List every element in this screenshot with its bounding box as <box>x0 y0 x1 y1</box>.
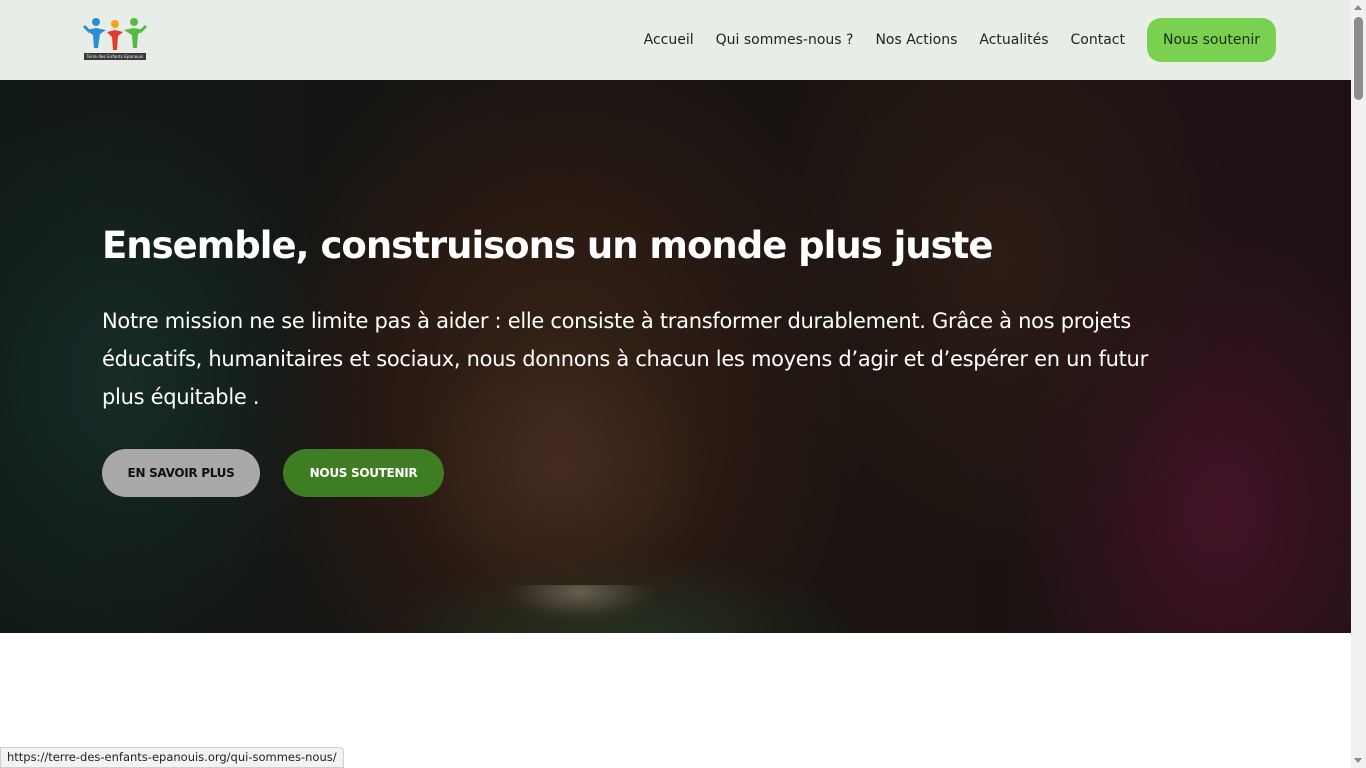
link-status-bar: https://terre-des-enfants-epanouis.org/q… <box>0 747 344 768</box>
en-savoir-plus-button[interactable]: EN SAVOIR PLUS <box>102 449 260 497</box>
nous-soutenir-button[interactable]: NOUS SOUTENIR <box>283 449 444 497</box>
hero-description: Notre mission ne se limite pas à aider :… <box>102 309 1148 409</box>
nav-item-contact[interactable]: Contact <box>1071 32 1125 48</box>
page-scrollbar[interactable] <box>1351 0 1366 768</box>
logo-caption: Terre des Enfants Epanouis <box>84 53 146 60</box>
nous-soutenir-nav-button[interactable]: Nous soutenir <box>1146 18 1276 62</box>
nav-item-nos-actions[interactable]: Nos Actions <box>875 32 957 48</box>
site-logo[interactable]: Terre des Enfants Epanouis <box>82 16 148 64</box>
hero-section: Ensemble, construisons un monde plus jus… <box>0 80 1351 633</box>
scroll-down-arrow-icon[interactable] <box>1354 758 1362 763</box>
nav-item-actualites[interactable]: Actualités <box>979 32 1048 48</box>
main-nav: Accueil Qui sommes-nous ? Nos Actions Ac… <box>622 18 1276 62</box>
logo-figures-icon <box>82 18 148 50</box>
hero-title: Ensemble, construisons un monde plus jus… <box>102 224 993 267</box>
scrollbar-thumb[interactable] <box>1354 17 1363 100</box>
site-header: Terre des Enfants Epanouis Accueil Qui s… <box>0 0 1351 80</box>
scroll-up-arrow-icon[interactable] <box>1354 5 1362 10</box>
nav-item-qui-sommes-nous[interactable]: Qui sommes-nous ? <box>716 32 854 48</box>
nav-item-accueil[interactable]: Accueil <box>644 32 694 48</box>
